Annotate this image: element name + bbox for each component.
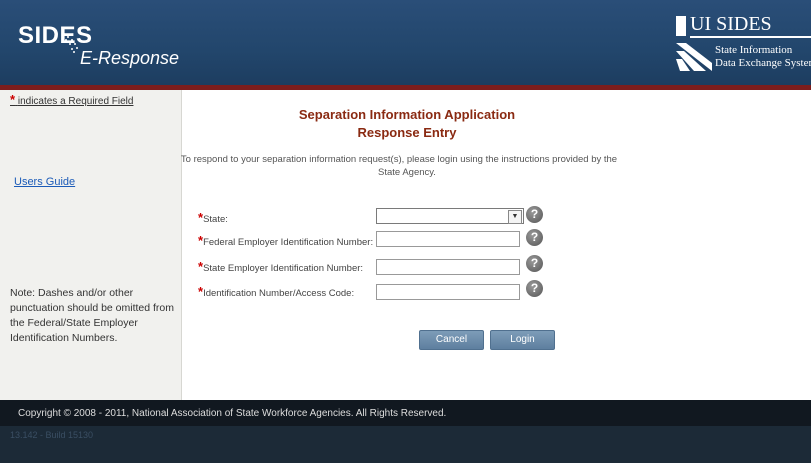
- federal-ein-input[interactable]: [376, 231, 520, 247]
- instructions-line-1: To respond to your separation informatio…: [180, 154, 618, 165]
- ui-sides-title: UI SIDES: [690, 13, 772, 35]
- e-response-logo-text: E-Response: [80, 48, 180, 68]
- chevron-down-icon[interactable]: ▼: [508, 210, 522, 224]
- access-code-help-icon[interactable]: ?: [526, 280, 543, 297]
- access-code-label: *Identification Number/Access Code:: [198, 284, 355, 299]
- cancel-button[interactable]: Cancel: [419, 330, 484, 350]
- page-header: SIDES E-Response UI SIDES State Informat…: [0, 0, 811, 85]
- page-title: Separation Information Application: [298, 107, 516, 122]
- footer-bar: Copyright © 2008 - 2011, National Associ…: [0, 400, 811, 426]
- required-field-text: indicates a Required Field: [17, 96, 134, 107]
- build-number: 13.142 - Build 15130: [10, 430, 94, 440]
- sidebar: * indicates a Required Field Users Guide…: [0, 90, 182, 400]
- ui-sides-subtitle-2: Data Exchange System: [715, 57, 811, 69]
- federal-ein-help-icon[interactable]: ?: [526, 229, 543, 246]
- page-subtitle: Response Entry: [357, 125, 457, 140]
- ui-sides-logo: UI SIDES State Information Data Exchange…: [676, 13, 811, 71]
- state-select[interactable]: ▼: [376, 208, 524, 224]
- state-ein-input[interactable]: [376, 259, 520, 275]
- state-label: *State:: [198, 210, 228, 225]
- required-star-icon: *: [10, 92, 16, 107]
- state-ein-help-icon[interactable]: ?: [526, 255, 543, 272]
- federal-ein-label: *Federal Employer Identification Number:: [198, 233, 374, 248]
- ui-sides-stripes-icon: [676, 43, 712, 71]
- punctuation-note: Note: Dashes and/or other punctuation sh…: [10, 287, 175, 344]
- main-content: Separation Information Application Respo…: [181, 90, 811, 400]
- access-code-input[interactable]: [376, 284, 520, 300]
- state-ein-label: *State Employer Identification Number:: [198, 259, 364, 274]
- instructions-line-2: State Agency.: [378, 167, 436, 178]
- users-guide-link[interactable]: Users Guide: [14, 176, 75, 188]
- required-field-note: * indicates a Required Field: [10, 92, 133, 107]
- page-footer: Copyright © 2008 - 2011, National Associ…: [0, 400, 811, 463]
- state-help-icon[interactable]: ?: [526, 206, 543, 223]
- login-button[interactable]: Login: [490, 330, 555, 350]
- ui-sides-bar: [676, 16, 686, 36]
- ui-sides-subtitle-1: State Information: [715, 44, 793, 56]
- copyright-text: Copyright © 2008 - 2011, National Associ…: [18, 408, 447, 419]
- ui-sides-underline: [690, 36, 811, 38]
